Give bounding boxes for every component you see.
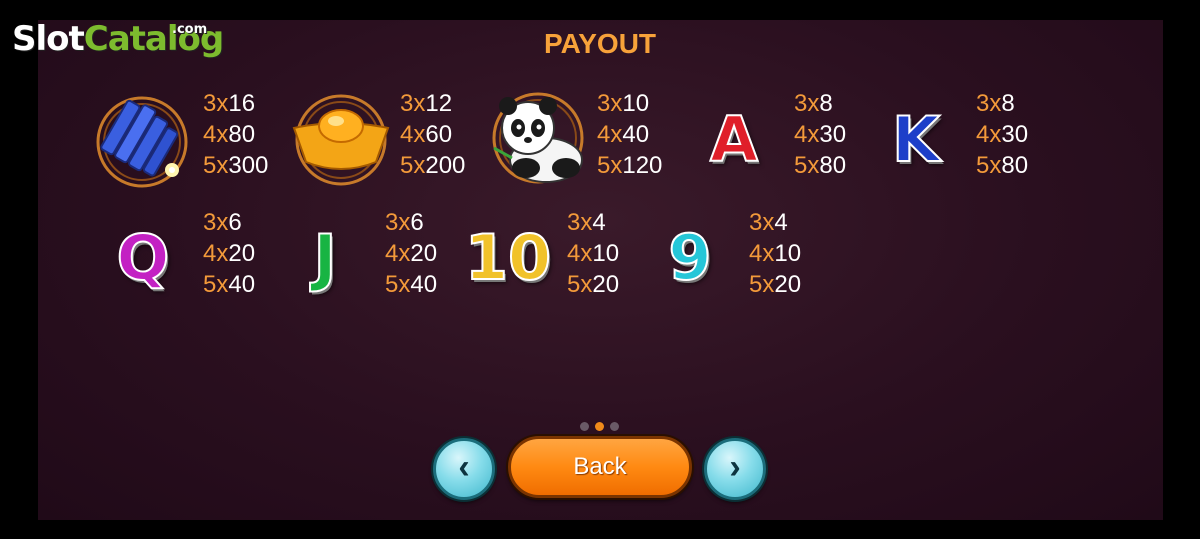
panda-symbol	[486, 90, 590, 188]
slotcatalog-logo: SlotCatalog .com	[12, 8, 224, 56]
next-page-button[interactable]: ›	[704, 438, 766, 500]
page-dot[interactable]	[610, 422, 619, 431]
prev-page-button[interactable]: ‹	[433, 438, 495, 500]
page-dot-active[interactable]	[595, 422, 604, 431]
paylist-10: 3x4 4x10 5x20	[567, 209, 620, 298]
letter-k-symbol: K	[891, 103, 941, 176]
paylist-j: 3x6 4x20 5x40	[385, 209, 438, 298]
paylist-a: 3x8 4x30 5x80	[794, 90, 847, 179]
paylist-9: 3x4 4x10 5x20	[749, 209, 802, 298]
logo-com-text: .com	[172, 22, 208, 37]
page-indicator	[580, 422, 619, 431]
back-button[interactable]: Back	[508, 436, 692, 498]
paylist-gold-ingot: 3x12 4x60 5x200	[400, 90, 466, 179]
chevron-left-icon: ‹	[458, 448, 470, 486]
logo-slot-text: Slot	[12, 19, 85, 59]
page-dot[interactable]	[580, 422, 589, 431]
letter-a-symbol: A	[709, 103, 759, 176]
paylist-q: 3x6 4x20 5x40	[203, 209, 256, 298]
letter-j-symbol: J	[312, 221, 337, 294]
letter-q-symbol: Q	[116, 221, 171, 294]
paylist-firecrackers: 3x16 4x80 5x300	[203, 90, 269, 179]
firecrackers-symbol	[92, 92, 192, 188]
number-10-symbol: 10	[464, 221, 552, 294]
paylist-panda: 3x10 4x40 5x120	[597, 90, 663, 179]
paylist-k: 3x8 4x30 5x80	[976, 90, 1029, 179]
gold-ingot-symbol	[290, 92, 392, 188]
number-9-symbol: 9	[667, 221, 712, 294]
chevron-right-icon: ›	[729, 448, 741, 486]
